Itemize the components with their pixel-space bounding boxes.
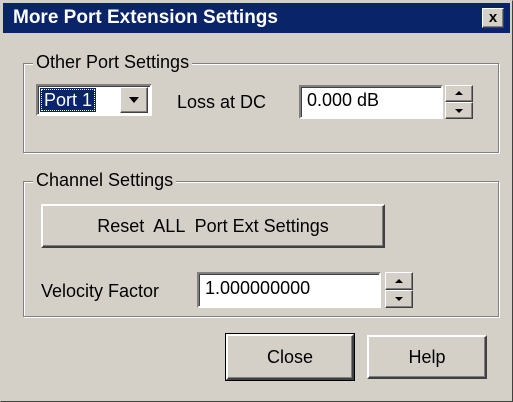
close-button-label: Close xyxy=(266,347,314,367)
port-dropdown-button[interactable] xyxy=(120,87,148,113)
help-button-label: Help xyxy=(408,347,446,367)
velocity-factor-label: Velocity Factor xyxy=(41,281,160,301)
close-button[interactable]: Close xyxy=(225,333,355,381)
loss-at-dc-field[interactable]: 0.000 dB xyxy=(299,85,443,119)
dialog-title: More Port Extension Settings xyxy=(13,7,278,28)
loss-at-dc-value: 0.000 dB xyxy=(307,90,380,110)
dialog-window: More Port Extension Settings x Other Por… xyxy=(0,0,513,402)
spin-up-icon xyxy=(395,279,403,283)
velocity-factor-spin-up[interactable] xyxy=(385,272,413,290)
velocity-factor-value: 1.000000000 xyxy=(205,278,311,298)
loss-at-dc-spinner xyxy=(445,85,473,119)
channel-settings-label: Channel Settings xyxy=(33,170,177,190)
help-button[interactable]: Help xyxy=(367,335,487,379)
close-window-button[interactable]: x xyxy=(482,8,504,28)
velocity-factor-spin-down[interactable] xyxy=(385,290,413,308)
loss-at-dc-spin-down[interactable] xyxy=(445,102,473,119)
velocity-factor-spinner xyxy=(385,272,413,308)
chevron-down-icon xyxy=(129,97,139,103)
loss-at-dc-label: Loss at DC xyxy=(177,92,267,112)
title-bar[interactable]: More Port Extension Settings x xyxy=(3,3,510,33)
close-icon: x xyxy=(488,9,498,26)
other-port-settings-label: Other Port Settings xyxy=(33,52,193,72)
port-select-value: Port 1 xyxy=(40,88,97,112)
velocity-factor-field[interactable]: 1.000000000 xyxy=(197,272,381,308)
spin-up-icon xyxy=(455,91,463,95)
spin-down-icon xyxy=(455,109,463,113)
reset-all-port-ext-button[interactable]: Reset ALL Port Ext Settings xyxy=(41,204,385,248)
reset-all-port-ext-label: Reset ALL Port Ext Settings xyxy=(97,216,329,236)
port-select[interactable]: Port 1 xyxy=(36,84,152,116)
spin-down-icon xyxy=(395,297,403,301)
loss-at-dc-spin-up[interactable] xyxy=(445,85,473,102)
